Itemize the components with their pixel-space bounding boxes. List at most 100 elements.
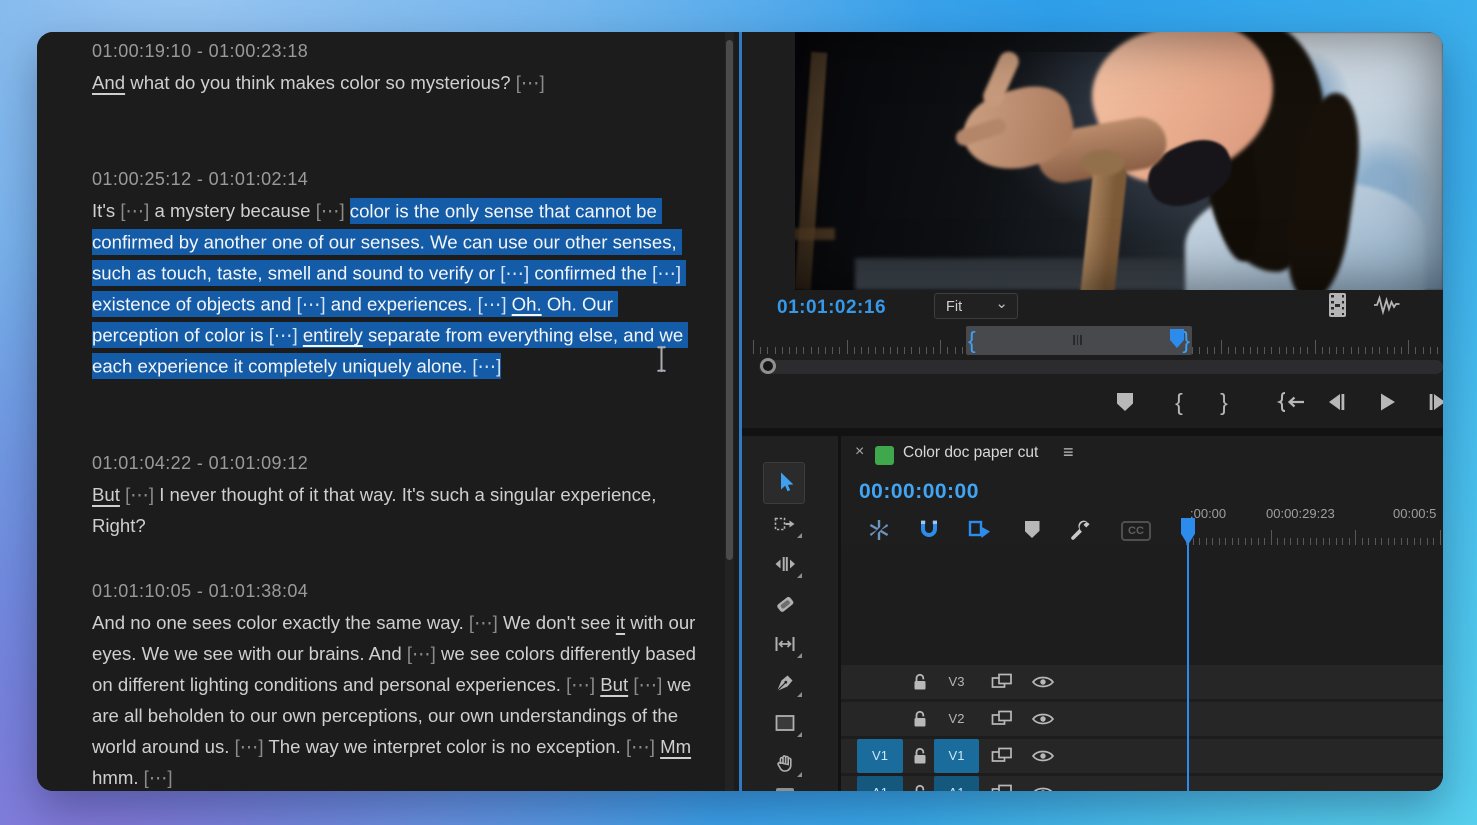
track-target-button[interactable]: A1 [934, 776, 979, 791]
sync-lock-toggle[interactable] [991, 746, 1013, 766]
step-back-button[interactable] [1324, 390, 1348, 414]
monitor-zoom-bar[interactable]: { } [966, 326, 1192, 355]
linked-selection-toggle[interactable] [968, 518, 992, 542]
selection-tool-button[interactable] [774, 471, 796, 493]
transcript-word-run[interactable]: what do you think makes color so mysteri… [125, 72, 516, 93]
ellipsis-token[interactable]: [⋯] [407, 643, 436, 664]
transcript-word-run[interactable]: But [92, 484, 120, 505]
transcript-word-run[interactable]: It's [92, 200, 120, 221]
ellipsis-token[interactable]: [⋯] [297, 291, 326, 317]
segment-text[interactable]: And no one sees color exactly the same w… [92, 607, 696, 791]
ellipsis-token[interactable]: [⋯] [120, 200, 149, 221]
ellipsis-token[interactable]: [⋯] [500, 260, 529, 286]
track-output-toggle[interactable] [1031, 710, 1055, 728]
track-target-button[interactable]: V1 [934, 739, 979, 773]
transcript-word-run[interactable]: confirmed the [529, 260, 652, 286]
panel-divider-horizontal[interactable] [741, 428, 1443, 436]
ellipsis-token[interactable]: [⋯] [652, 260, 681, 286]
add-marker-button[interactable] [1113, 390, 1137, 414]
transcript-word-run[interactable]: We don't see [498, 612, 616, 633]
track-output-toggle[interactable] [1031, 784, 1055, 791]
hand-tool-button[interactable] [774, 752, 796, 774]
go-to-in-button[interactable] [1273, 390, 1307, 414]
ripple-edit-tool-button[interactable] [774, 553, 796, 575]
segment-text[interactable]: It's [⋯] a mystery because [⋯] color is … [92, 195, 696, 381]
nest-sequences-toggle[interactable] [867, 518, 891, 542]
ellipsis-token[interactable]: [⋯] [235, 736, 264, 757]
drag-audio-only-button[interactable] [1373, 295, 1401, 320]
zoom-bar-left-handle[interactable]: { [968, 326, 976, 355]
snap-toggle[interactable] [917, 518, 941, 542]
ellipsis-token[interactable]: [⋯] [626, 736, 655, 757]
segment-text[interactable]: And what do you think makes color so mys… [92, 67, 696, 98]
razor-tool-button[interactable] [774, 593, 796, 615]
sequence-tab-title[interactable]: Color doc paper cut [903, 444, 1038, 462]
track-lock-button[interactable] [911, 783, 929, 791]
track-target-button[interactable]: V3 [934, 665, 979, 699]
ellipsis-token[interactable]: [⋯] [516, 72, 545, 93]
segment-timecode[interactable]: 01:00:25:12 - 01:01:02:14 [92, 164, 704, 195]
transcript-segment[interactable]: 01:01:04:22 - 01:01:09:12But [⋯] I never… [92, 448, 704, 541]
segment-text[interactable]: But [⋯] I never thought of it that way. … [92, 479, 696, 541]
pen-tool-button[interactable] [774, 672, 796, 694]
track-row-v3[interactable]: V3 [841, 665, 1443, 699]
transcript-segment[interactable]: 01:00:25:12 - 01:01:02:14It's [⋯] a myst… [92, 164, 704, 381]
ellipsis-token[interactable]: [⋯] [316, 200, 345, 221]
track-lock-button[interactable] [911, 746, 929, 766]
rectangle-tool-button[interactable] [774, 712, 796, 734]
transcript-word-run[interactable]: and experiences. [326, 291, 478, 317]
source-patch-button[interactable]: V1 [857, 739, 903, 773]
timeline-ruler-ticks[interactable] [1186, 526, 1443, 546]
zoom-level-dropdown[interactable]: Fit ⌄ [934, 293, 1018, 319]
sync-lock-toggle[interactable] [991, 709, 1013, 729]
ellipsis-token[interactable]: [⋯] [633, 674, 662, 695]
transcript-word-run[interactable] [507, 291, 512, 317]
track-row-v1[interactable]: V1 V1 [841, 739, 1443, 773]
track-lock-button[interactable] [911, 672, 929, 692]
transcript-word-run[interactable]: But [600, 674, 628, 695]
track-row-v2[interactable]: V2 [841, 702, 1443, 736]
timeline-add-marker-button[interactable] [1020, 518, 1044, 542]
ellipsis-token[interactable]: [⋯] [472, 353, 501, 379]
mark-out-button[interactable]: } [1212, 390, 1236, 414]
zoom-bar-grip[interactable] [1073, 335, 1085, 345]
panel-menu-icon[interactable]: ≡ [1063, 442, 1074, 463]
source-patch-button[interactable]: A1 [857, 776, 903, 791]
transcript-word-run[interactable]: it [616, 612, 625, 633]
track-row-a1[interactable]: A1 A1 [841, 776, 1443, 791]
track-target-button[interactable]: V2 [934, 702, 979, 736]
step-forward-button[interactable] [1426, 390, 1443, 414]
transcript-word-run[interactable]: Mm [660, 736, 691, 757]
transcript-word-run[interactable]: entirely [303, 322, 363, 348]
transcript-word-run[interactable]: The way we interpret color is no excepti… [264, 736, 626, 757]
segment-timecode[interactable]: 01:01:04:22 - 01:01:09:12 [92, 448, 704, 479]
close-sequence-icon[interactable]: × [855, 443, 864, 461]
type-tool-button[interactable] [774, 788, 796, 791]
monitor-horizontal-scrollbar[interactable] [759, 360, 1443, 374]
transcript-segment[interactable]: 01:01:10:05 - 01:01:38:04And no one sees… [92, 576, 704, 791]
sync-lock-toggle[interactable] [991, 672, 1013, 692]
segment-timecode[interactable]: 01:00:19:10 - 01:00:23:18 [92, 36, 704, 67]
transcript-word-run[interactable]: And [92, 72, 125, 93]
transcript-word-run[interactable]: Oh. [512, 291, 542, 317]
ellipsis-token[interactable]: [⋯] [144, 767, 173, 788]
track-lock-button[interactable] [911, 709, 929, 729]
monitor-scrollbar-knob[interactable] [760, 358, 776, 374]
ellipsis-token[interactable]: [⋯] [125, 484, 154, 505]
transcript-word-run[interactable]: I never thought of it that way. It's suc… [92, 484, 662, 536]
monitor-timecode[interactable]: 01:01:02:16 [777, 297, 886, 319]
mark-in-button[interactable]: { [1167, 390, 1191, 414]
ellipsis-token[interactable]: [⋯] [269, 322, 298, 348]
transcript-word-run[interactable]: And no one sees color exactly the same w… [92, 612, 469, 633]
play-button[interactable] [1375, 390, 1399, 414]
sync-lock-toggle[interactable] [991, 783, 1013, 791]
transcript-scrollbar-thumb[interactable] [726, 40, 733, 560]
track-select-forward-tool-button[interactable] [774, 513, 796, 535]
transcript-panel[interactable]: 01:00:19:10 - 01:00:23:18And what do you… [37, 32, 739, 791]
slip-tool-button[interactable] [774, 633, 796, 655]
ellipsis-token[interactable]: [⋯] [469, 612, 498, 633]
timeline-display-settings-button[interactable] [1069, 518, 1093, 542]
captions-button[interactable]: CC [1121, 521, 1145, 545]
transcript-segment[interactable]: 01:00:19:10 - 01:00:23:18And what do you… [92, 36, 704, 98]
drag-video-only-button[interactable] [1329, 293, 1346, 317]
